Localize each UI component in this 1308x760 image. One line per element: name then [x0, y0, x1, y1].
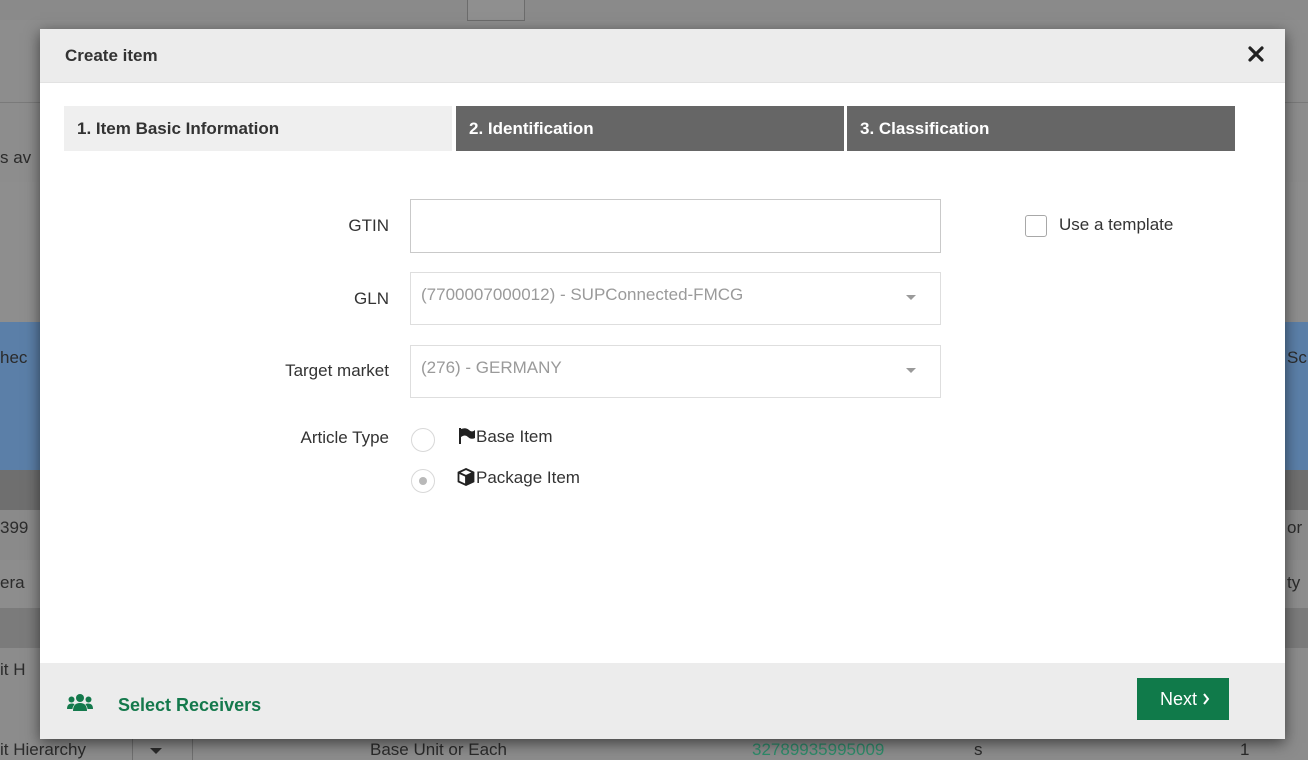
bg-fragment: era	[0, 573, 25, 592]
step-identification[interactable]: 2. Identification	[456, 106, 844, 151]
cube-icon	[457, 468, 475, 491]
gln-select-value: (7700007000012) - SUPConnected-FMCG	[421, 285, 744, 304]
gtin-label: GTIN	[348, 216, 389, 235]
bg-fragment: 399	[0, 518, 29, 537]
wizard-steps: 1. Item Basic Information 2. Identificat…	[64, 106, 1235, 151]
target-market-select-value: (276) - GERMANY	[421, 358, 562, 377]
target-market-select[interactable]: (276) - GERMANY	[410, 345, 941, 398]
chevron-down-icon[interactable]	[906, 295, 916, 300]
bg-unit-text: Base Unit or Each	[370, 740, 508, 759]
modal-footer: Select Receivers Next	[40, 663, 1285, 739]
select-receivers-label[interactable]: Select Receivers	[118, 695, 261, 716]
users-icon	[67, 693, 93, 718]
bg-gtin-link[interactable]: 32789935995009	[752, 740, 884, 760]
bg-unit-code: s	[974, 740, 983, 759]
step-item-basic-information[interactable]: 1. Item Basic Information	[64, 106, 452, 151]
package-item-label[interactable]: Package Item	[476, 468, 580, 488]
use-template-checkbox[interactable]	[1025, 215, 1047, 237]
next-button[interactable]: Next	[1137, 678, 1229, 720]
bg-divider	[132, 738, 133, 760]
bg-fragment: s av	[0, 148, 32, 167]
bg-fragment: hec	[0, 348, 28, 367]
base-item-label[interactable]: Base Item	[476, 427, 553, 447]
flag-icon	[458, 427, 476, 450]
close-icon[interactable]	[1245, 43, 1267, 65]
bg-top-strip	[0, 0, 1308, 20]
step-classification[interactable]: 3. Classification	[847, 106, 1235, 151]
bg-fragment: ty	[1287, 573, 1301, 592]
next-button-label: Next	[1160, 689, 1198, 709]
chevron-right-icon	[1201, 678, 1211, 737]
modal-title: Create item	[65, 46, 158, 65]
bg-divider	[192, 738, 193, 760]
bg-fragment: or	[1287, 518, 1303, 537]
gtin-input[interactable]	[410, 199, 941, 253]
base-item-radio[interactable]	[411, 428, 435, 452]
bg-hierarchy-text: it Hierarchy	[0, 740, 86, 759]
chevron-down-icon[interactable]	[906, 368, 916, 373]
create-item-modal: Create item 1. Item Basic Information 2.…	[40, 29, 1285, 739]
bg-fragment: Sc	[1287, 348, 1307, 367]
chevron-down-icon[interactable]	[150, 748, 162, 754]
bg-fragment: it H	[0, 660, 26, 679]
use-template-label[interactable]: Use a template	[1059, 215, 1173, 235]
gln-select[interactable]: (7700007000012) - SUPConnected-FMCG	[410, 272, 941, 325]
bg-qty: 1	[1240, 740, 1250, 759]
bg-top-tab	[467, 0, 525, 21]
gln-label: GLN	[354, 289, 389, 308]
modal-header: Create item	[40, 29, 1285, 83]
package-item-radio[interactable]	[411, 469, 435, 493]
article-type-label: Article Type	[300, 428, 389, 447]
target-market-label: Target market	[285, 361, 389, 380]
